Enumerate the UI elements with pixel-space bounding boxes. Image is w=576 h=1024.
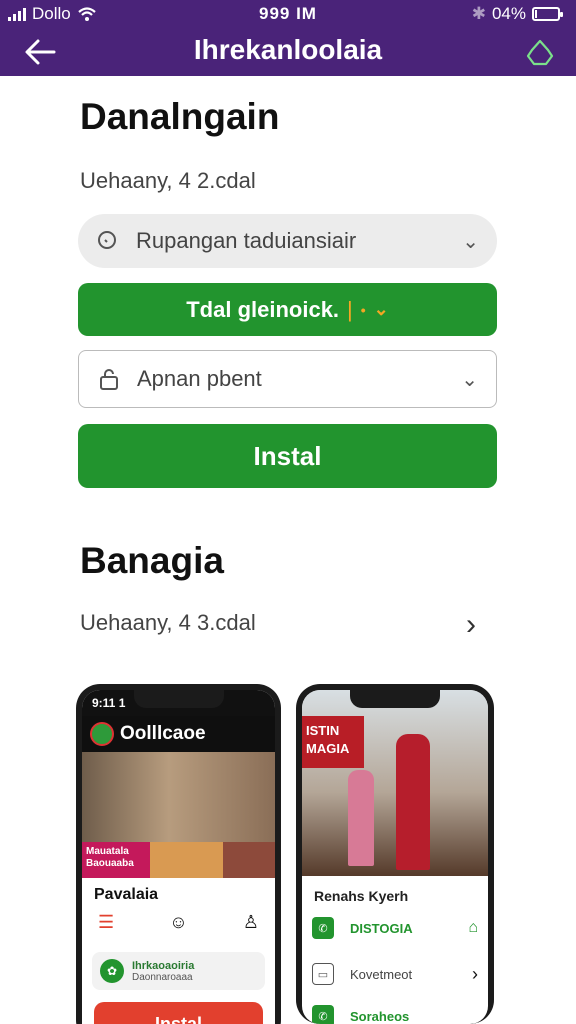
screenshot-1-install-button: Instal bbox=[94, 1002, 263, 1024]
screenshot-2-screen: ISTIN MAGIA Renahs Kyerh ✆ DISTOGIA ⌂ ▭ … bbox=[302, 690, 488, 1024]
chevron-down-icon[interactable]: ⌄ bbox=[461, 367, 478, 392]
item-picker[interactable]: Apnan pbent ⌄ bbox=[78, 350, 497, 408]
picker-value: Apnan pbent bbox=[137, 366, 262, 391]
list-icon: ☰ bbox=[98, 912, 115, 932]
document-icon: ▭ bbox=[312, 963, 334, 985]
phone-icon: ✆ bbox=[312, 1005, 334, 1024]
phone-icon: ✆ bbox=[312, 917, 334, 939]
section2-subtitle: Uehaany, 4 3.cdal bbox=[80, 610, 256, 635]
section2-title: Banagia bbox=[80, 540, 224, 581]
user-icon: ♙ bbox=[242, 912, 259, 932]
status-right: ✱ 04% bbox=[471, 4, 563, 24]
screenshot-1-card: ✿ Ihrkaoaoiria Daonnaroaaa bbox=[92, 952, 265, 990]
screenshot-2-hero-photo: ISTIN MAGIA bbox=[302, 690, 488, 876]
chevron-right-icon: › bbox=[472, 963, 478, 984]
phone-notch bbox=[133, 690, 224, 708]
screenshot-1-hero-photo bbox=[82, 752, 275, 842]
app-bar: Ihrekanloolaia bbox=[0, 28, 576, 76]
screenshot-2-row-label: Soraheos bbox=[350, 1008, 410, 1024]
screenshot-1-card-subtitle: Daonnaroaaa bbox=[132, 971, 193, 983]
leaf-icon: ✿ bbox=[100, 959, 124, 983]
primary-action-label: Tdal gleinoick. bbox=[186, 296, 340, 322]
screenshot-2-row: ✆ DISTOGIA ⌂ bbox=[312, 912, 478, 944]
people-image bbox=[223, 842, 275, 878]
screenshot-1-icon-row: ☰ ☺ ♙ bbox=[98, 912, 259, 933]
battery-percent: 04% bbox=[491, 4, 526, 23]
screenshot-1-tile-label: Mauatala Baouaaba bbox=[82, 842, 150, 878]
screenshot-1-name: Pavalaia bbox=[94, 886, 159, 903]
screenshot-1-screen: 9:11 1 Oolllcaoe Mauatala Baouaaba Paval… bbox=[82, 690, 275, 1024]
screenshot-2-row: ✆ Soraheos bbox=[312, 1000, 478, 1024]
phone-notch bbox=[350, 690, 440, 708]
chevron-down-icon[interactable]: ⌄ bbox=[462, 229, 479, 254]
battery-fill bbox=[535, 10, 537, 18]
chat-icon: ☺ bbox=[169, 912, 188, 932]
screenshot-1-header: Oolllcaoe bbox=[82, 716, 275, 752]
app-logo bbox=[90, 722, 114, 746]
primary-action-button[interactable]: Tdal gleinoick. | • ⌄ bbox=[78, 283, 497, 336]
lock-icon bbox=[97, 367, 123, 391]
cursor-bar: | bbox=[347, 296, 353, 322]
person-figure bbox=[396, 734, 430, 870]
status-bar: Dollo 999 IM ✱ 04% bbox=[0, 0, 576, 28]
screenshot-2-row: ▭ Kovetmeot › bbox=[312, 958, 478, 990]
section1-subtitle: Uehaany, 4 2.cdal bbox=[80, 168, 256, 193]
screenshot-1-tiles: Mauatala Baouaaba bbox=[82, 842, 275, 878]
app-title: Ihrekanloolaia bbox=[193, 34, 383, 65]
chevron-right-icon[interactable]: › bbox=[466, 608, 476, 642]
search-icon bbox=[96, 229, 122, 253]
person-figure bbox=[348, 770, 374, 866]
screenshot-1-header-title: Oolllcaoe bbox=[120, 723, 206, 744]
app-screenshot-1[interactable]: 9:11 1 Oolllcaoe Mauatala Baouaaba Paval… bbox=[76, 684, 281, 1024]
battery-icon bbox=[532, 7, 563, 21]
basket-icon[interactable] bbox=[524, 36, 556, 68]
screenshot-2-row-label: Kovetmeot bbox=[350, 966, 413, 982]
chevron-down-icon[interactable]: ⌄ bbox=[374, 299, 389, 320]
search-input[interactable]: Rupangan taduiansiair bbox=[136, 228, 462, 254]
dropdown-dot-icon: • bbox=[360, 301, 366, 318]
food-image bbox=[150, 842, 223, 878]
app-screenshot-2[interactable]: ISTIN MAGIA Renahs Kyerh ✆ DISTOGIA ⌂ ▭ … bbox=[296, 684, 494, 1024]
install-button[interactable]: Instal bbox=[78, 424, 497, 488]
screenshot-2-sign: ISTIN MAGIA bbox=[302, 716, 364, 768]
home-icon: ⌂ bbox=[468, 919, 478, 936]
section1-title: Danalngain bbox=[80, 96, 280, 137]
screenshot-1-card-title: Ihrkaoaoiria bbox=[132, 959, 195, 972]
search-field[interactable]: Rupangan taduiansiair ⌄ bbox=[78, 214, 497, 268]
screenshot-2-name: Renahs Kyerh bbox=[314, 888, 409, 904]
screenshot-2-row-label: DISTOGIA bbox=[350, 920, 413, 936]
bluetooth-icon: ✱ bbox=[471, 4, 486, 23]
